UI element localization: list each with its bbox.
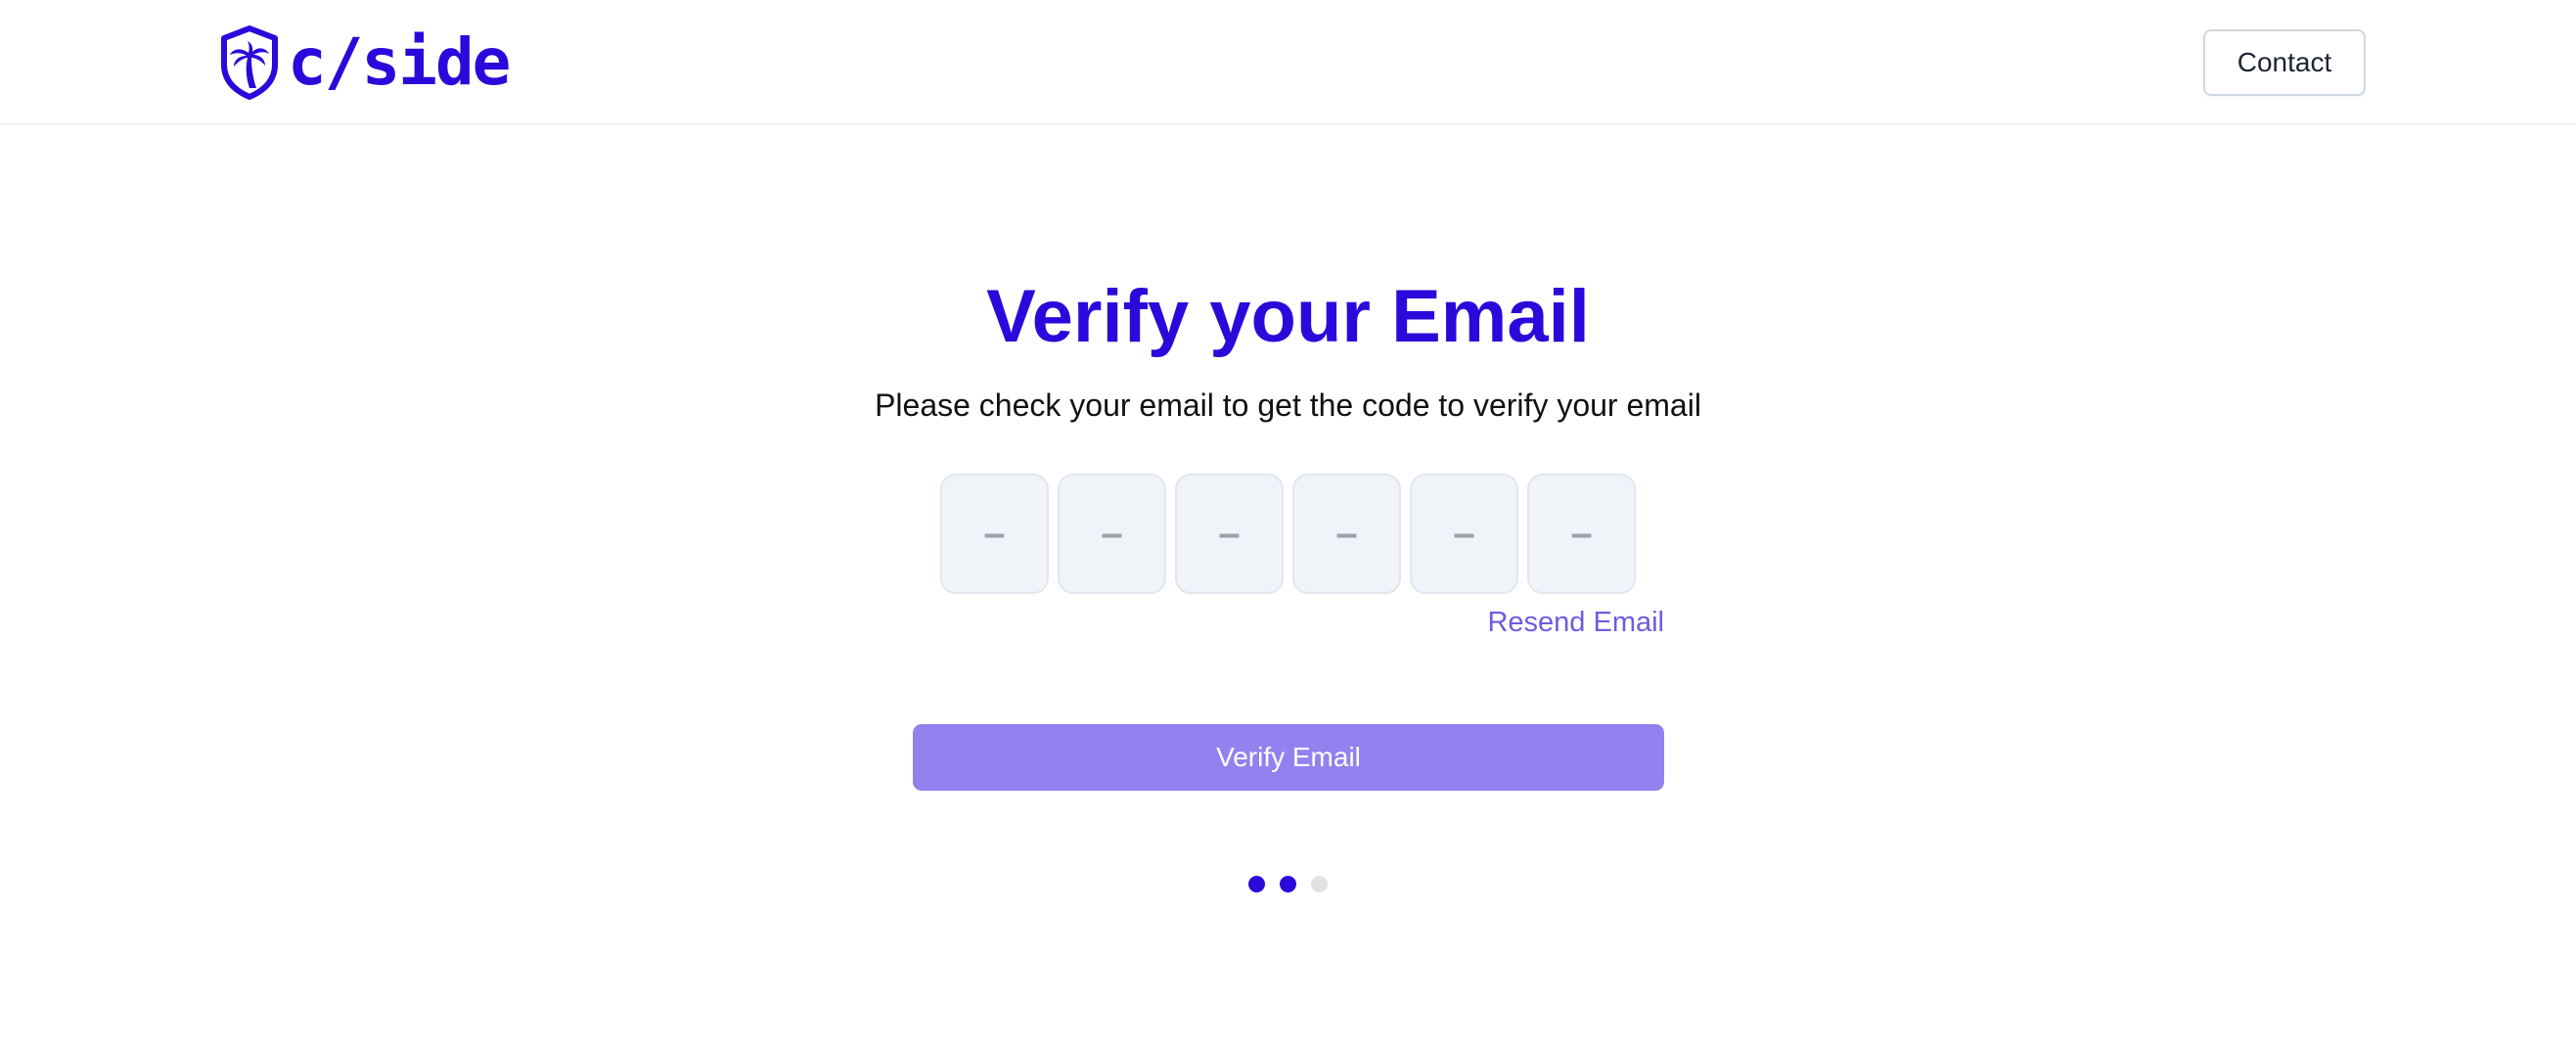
resend-email-link[interactable]: Resend Email [1438,607,1664,639]
otp-digit-input-3[interactable] [1177,475,1282,593]
step-progress-indicator [1248,876,1328,892]
page-subtitle: Please check your email to get the code … [875,388,1701,423]
verify-email-button[interactable]: Verify Email [913,724,1664,791]
step-dot-1 [1248,876,1265,892]
otp-digit-input-4[interactable] [1294,475,1399,593]
otp-digit-input-6[interactable] [1529,475,1634,593]
otp-digit-box-3[interactable] [1175,474,1284,594]
otp-digit-box-6[interactable] [1527,474,1636,594]
brand-logo[interactable]: c/side [219,24,511,100]
otp-digit-box-2[interactable] [1058,474,1166,594]
otp-digit-box-1[interactable] [940,474,1049,594]
otp-digit-input-2[interactable] [1060,475,1164,593]
shield-palm-tree-icon [221,25,278,100]
page-title: Verify your Email [986,275,1590,358]
step-dot-2 [1280,876,1296,892]
otp-digit-input-5[interactable] [1412,475,1516,593]
brand-name: c/side [288,24,511,100]
otp-code-input-group [940,474,1636,594]
top-navbar: c/side Contact [0,0,2576,125]
otp-digit-input-1[interactable] [942,475,1047,593]
step-dot-3 [1311,876,1328,892]
otp-digit-box-4[interactable] [1292,474,1401,594]
contact-button[interactable]: Contact [2203,29,2366,96]
otp-digit-box-5[interactable] [1410,474,1518,594]
